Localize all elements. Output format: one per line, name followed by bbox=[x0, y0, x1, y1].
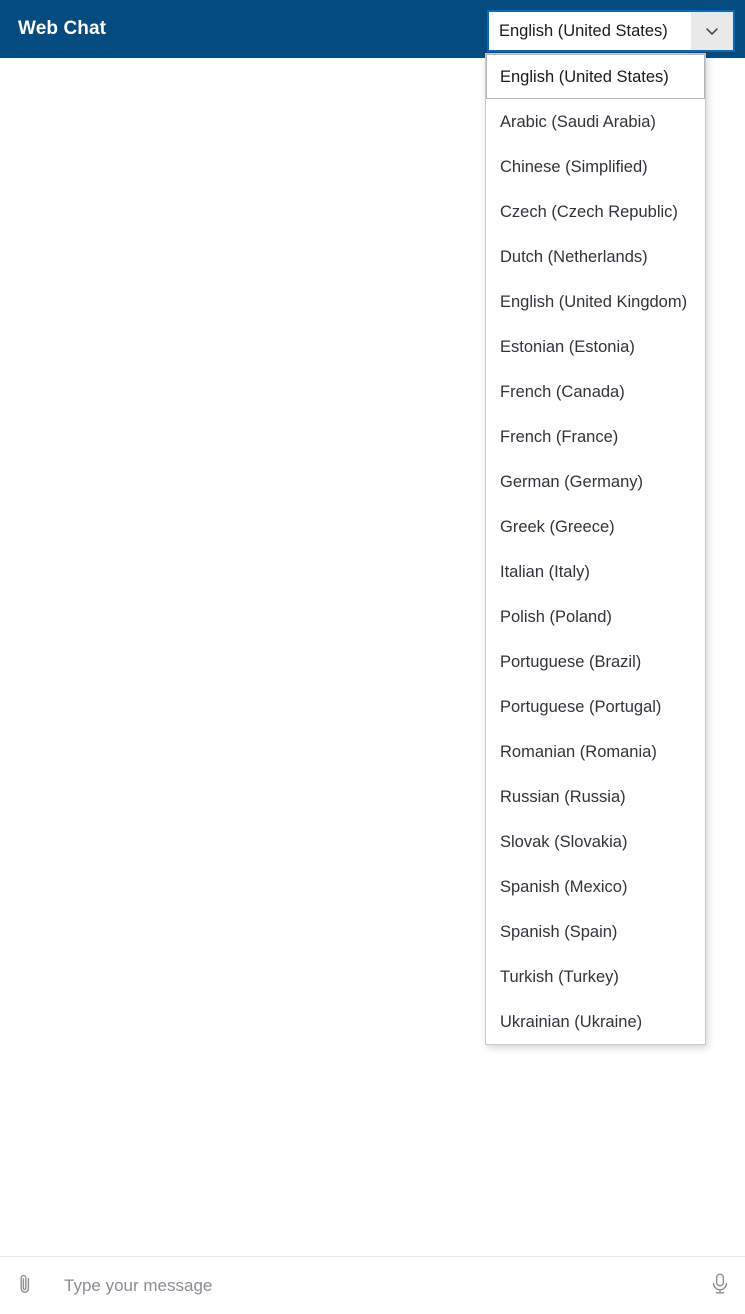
language-option[interactable]: English (United States) bbox=[486, 54, 705, 99]
language-option[interactable]: Slovak (Slovakia) bbox=[486, 819, 705, 864]
language-option[interactable]: Italian (Italy) bbox=[486, 549, 705, 594]
send-box bbox=[0, 1256, 745, 1314]
language-option[interactable]: Spanish (Spain) bbox=[486, 909, 705, 954]
language-option[interactable]: Arabic (Saudi Arabia) bbox=[486, 99, 705, 144]
paperclip-icon bbox=[14, 1272, 36, 1299]
language-option[interactable]: Dutch (Netherlands) bbox=[486, 234, 705, 279]
microphone-button[interactable] bbox=[695, 1263, 745, 1309]
language-option[interactable]: Romanian (Romania) bbox=[486, 729, 705, 774]
page-title: Web Chat bbox=[18, 18, 107, 39]
language-select[interactable]: English (United States) bbox=[487, 10, 735, 52]
language-option[interactable]: Russian (Russia) bbox=[486, 774, 705, 819]
message-input[interactable] bbox=[50, 1262, 695, 1309]
language-option[interactable]: Portuguese (Portugal) bbox=[486, 684, 705, 729]
language-option[interactable]: Estonian (Estonia) bbox=[486, 324, 705, 369]
language-option[interactable]: Portuguese (Brazil) bbox=[486, 639, 705, 684]
language-option[interactable]: Turkish (Turkey) bbox=[486, 954, 705, 999]
attachment-button[interactable] bbox=[0, 1263, 50, 1309]
language-dropdown-list[interactable]: English (United States) Arabic (Saudi Ara… bbox=[485, 53, 706, 1045]
language-option[interactable]: German (Germany) bbox=[486, 459, 705, 504]
language-option[interactable]: Greek (Greece) bbox=[486, 504, 705, 549]
language-option[interactable]: Spanish (Mexico) bbox=[486, 864, 705, 909]
language-option[interactable]: Polish (Poland) bbox=[486, 594, 705, 639]
language-option[interactable]: Chinese (Simplified) bbox=[486, 144, 705, 189]
language-option[interactable]: French (France) bbox=[486, 414, 705, 459]
language-option[interactable]: Ukrainian (Ukraine) bbox=[486, 999, 705, 1044]
language-option[interactable]: Czech (Czech Republic) bbox=[486, 189, 705, 234]
microphone-icon bbox=[709, 1271, 731, 1300]
chevron-down-icon[interactable] bbox=[691, 12, 733, 50]
language-option[interactable]: English (United Kingdom) bbox=[486, 279, 705, 324]
language-option[interactable]: French (Canada) bbox=[486, 369, 705, 414]
language-select-value: English (United States) bbox=[499, 21, 668, 40]
